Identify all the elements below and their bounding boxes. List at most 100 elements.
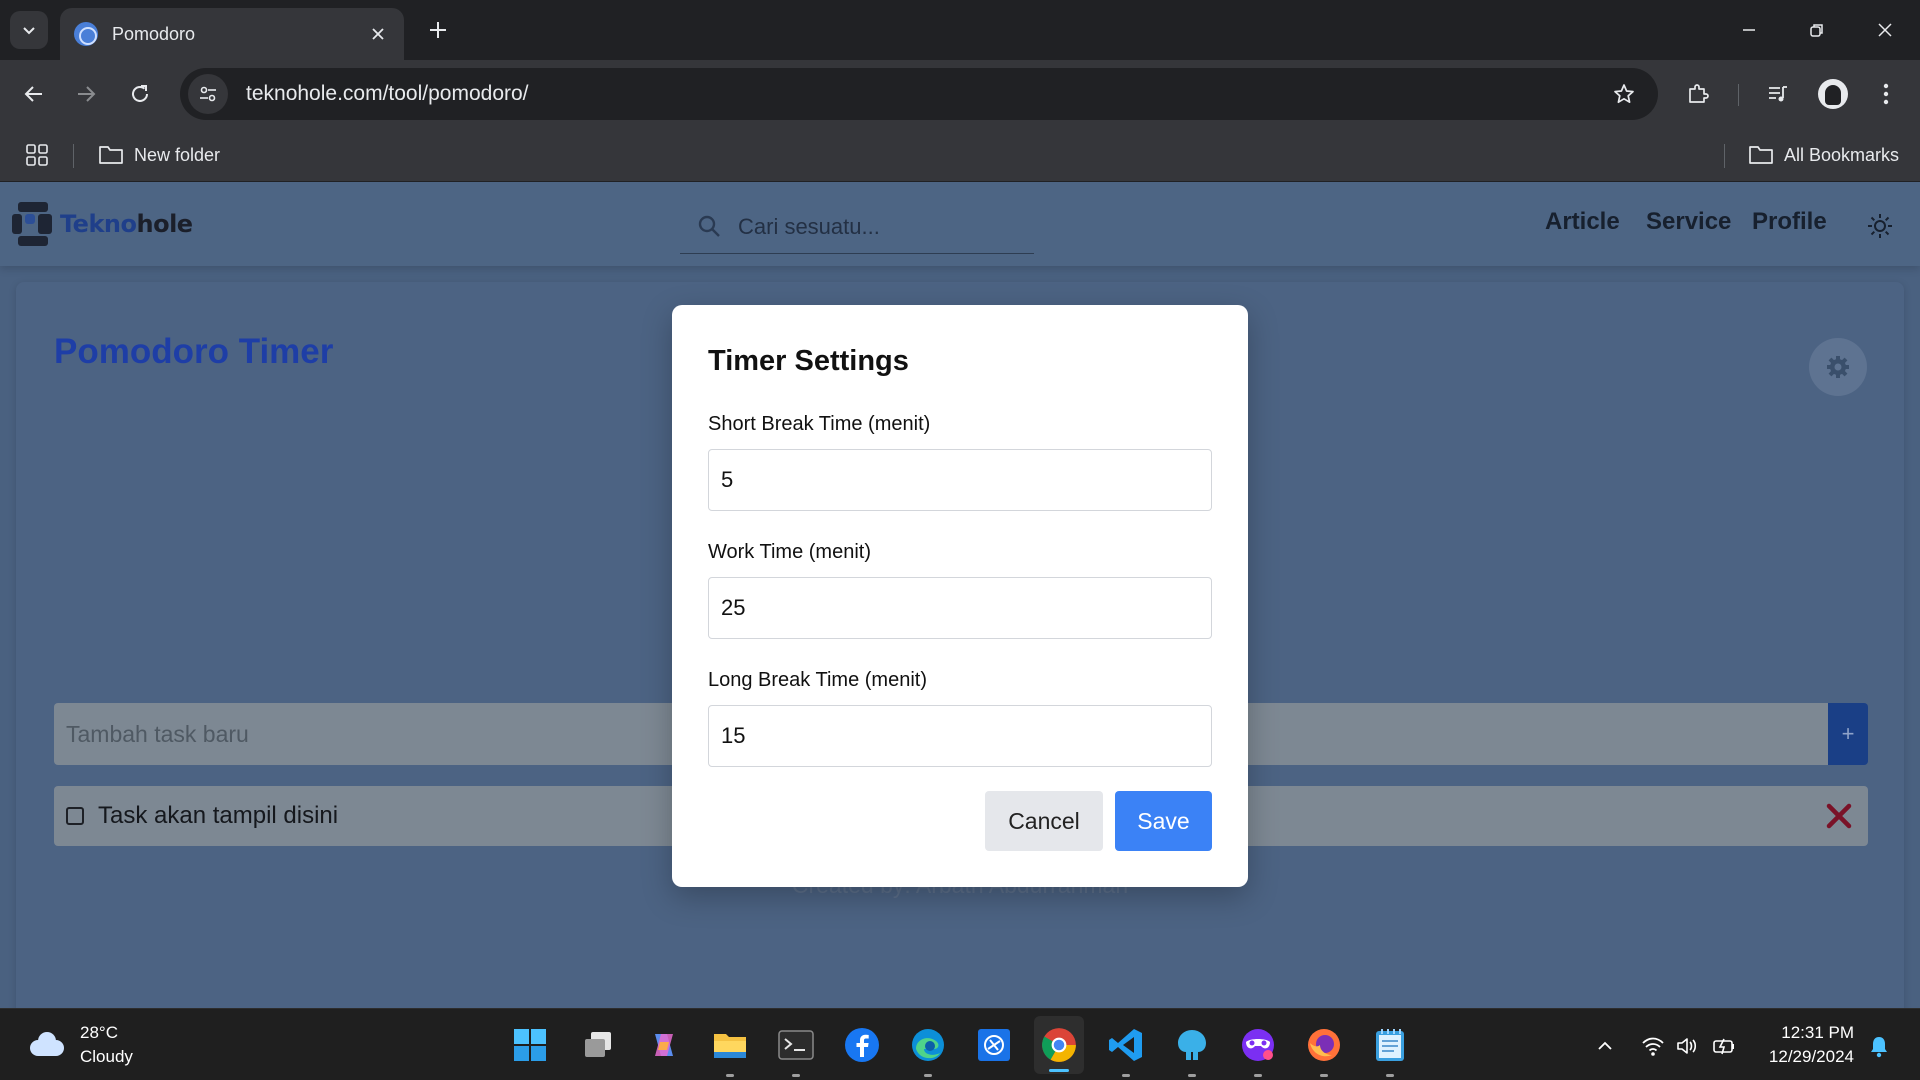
mask-app-button[interactable] [1238, 1025, 1278, 1077]
firefox-button[interactable] [1304, 1025, 1344, 1077]
more-vertical-icon [1883, 83, 1889, 105]
cancel-button[interactable]: Cancel [985, 791, 1103, 851]
star-icon [1614, 84, 1634, 104]
url-text[interactable]: teknohole.com/tool/pomodoro/ [246, 82, 1604, 106]
bookmark-label: New folder [134, 144, 221, 165]
tab-title: Pomodoro [112, 23, 196, 44]
work-time-input[interactable]: 25 [708, 577, 1212, 639]
settings-button[interactable] [1809, 338, 1867, 396]
file-explorer-icon [714, 1034, 746, 1058]
app-button[interactable] [1172, 1025, 1212, 1077]
logo-text: Teknohole [60, 210, 193, 238]
store-app-button[interactable] [974, 1025, 1014, 1065]
wifi-icon [1642, 1037, 1664, 1056]
app-icon [1178, 1030, 1206, 1060]
task-view-button[interactable] [578, 1025, 618, 1065]
short-break-input[interactable]: 5 [708, 449, 1212, 511]
save-button[interactable]: Save [1115, 791, 1212, 851]
vscode-button[interactable] [1106, 1025, 1146, 1077]
firefox-icon [1308, 1029, 1340, 1061]
forward-button[interactable] [66, 74, 106, 114]
system-clock[interactable]: 12:31 PM 12/29/2024 [1756, 1021, 1854, 1069]
extensions-button[interactable] [1678, 74, 1718, 114]
tune-icon [200, 86, 216, 102]
playlist-music-icon [1769, 86, 1787, 102]
vscode-icon [1109, 1029, 1142, 1061]
chrome-icon [1042, 1028, 1076, 1062]
bookmarks-divider [73, 144, 74, 168]
running-indicator [924, 1074, 932, 1077]
task-view-icon [585, 1032, 611, 1057]
close-icon [372, 28, 384, 40]
reload-icon [132, 85, 148, 102]
site-logo[interactable]: Teknohole [12, 202, 193, 246]
tab-close-button[interactable] [366, 22, 390, 46]
windows-taskbar: 28°C Cloudy 12:31 PM 12/29/2024 [0, 1008, 1920, 1080]
bookmark-new-folder[interactable]: New folder [98, 140, 220, 170]
reload-button[interactable] [120, 74, 160, 114]
start-button[interactable] [510, 1025, 550, 1065]
chrome-button[interactable] [1034, 1016, 1084, 1074]
terminal-button[interactable] [776, 1025, 816, 1077]
bookmark-all-bookmarks[interactable]: All Bookmarks [1748, 140, 1899, 170]
terminal-icon [778, 1030, 814, 1060]
weather-widget[interactable]: 28°C Cloudy [26, 1021, 133, 1069]
long-break-input[interactable]: 15 [708, 705, 1212, 767]
bookmark-star-button[interactable] [1604, 74, 1644, 114]
copilot-button[interactable] [644, 1025, 684, 1065]
nav-article[interactable]: Article [1545, 208, 1620, 236]
battery-charging-icon [1713, 1038, 1734, 1055]
grid-icon [26, 144, 48, 166]
delete-task-icon[interactable] [1824, 801, 1854, 831]
notepad-button[interactable] [1370, 1025, 1410, 1077]
show-hidden-icons-button[interactable] [1592, 1033, 1618, 1059]
back-button[interactable] [14, 74, 54, 114]
apps-grid-button[interactable] [24, 142, 50, 168]
bookmarks-bar: New folder All Bookmarks [0, 128, 1920, 182]
puzzle-icon [1689, 84, 1709, 103]
browser-tab[interactable]: Pomodoro [60, 8, 404, 60]
notifications-button[interactable] [1866, 1033, 1892, 1059]
site-info-button[interactable] [188, 74, 228, 114]
profile-button[interactable] [1813, 74, 1853, 114]
tab-search-button[interactable] [10, 11, 48, 49]
minimize-button[interactable] [1724, 10, 1774, 50]
nav-profile[interactable]: Profile [1752, 208, 1827, 236]
volume-icon [1677, 1038, 1697, 1054]
browser-menu-button[interactable] [1866, 74, 1906, 114]
task-checkbox[interactable] [66, 807, 84, 825]
facebook-button[interactable] [842, 1025, 882, 1065]
nav-service[interactable]: Service [1646, 208, 1731, 236]
edge-icon [912, 1029, 944, 1061]
close-icon [1878, 23, 1892, 37]
mask-app-icon [1242, 1029, 1274, 1061]
restore-button[interactable] [1792, 10, 1842, 50]
work-time-label: Work Time (menit) [708, 541, 871, 563]
active-indicator [1049, 1069, 1069, 1072]
task-input-placeholder: Tambah task baru [66, 720, 249, 747]
folder-icon [99, 146, 123, 164]
battery-status[interactable] [1712, 1033, 1738, 1059]
new-tab-button[interactable] [424, 16, 452, 44]
wifi-status[interactable] [1640, 1033, 1666, 1059]
site-search-input[interactable]: Cari sesuatu... [680, 200, 1034, 254]
weather-condition: Cloudy [80, 1047, 133, 1066]
cloud-icon [26, 1032, 66, 1058]
start-icon [514, 1029, 546, 1061]
arrow-left-icon [24, 86, 42, 102]
minimize-icon [1743, 29, 1755, 31]
folder-icon [1749, 146, 1773, 164]
add-task-button[interactable]: + [1828, 703, 1868, 765]
weather-temperature: 28°C [80, 1023, 118, 1042]
toolbar-divider [1738, 84, 1739, 106]
sun-icon[interactable] [1866, 212, 1894, 240]
copilot-icon [655, 1034, 673, 1056]
address-bar[interactable]: teknohole.com/tool/pomodoro/ [180, 68, 1658, 120]
media-control-button[interactable] [1758, 74, 1798, 114]
file-explorer-button[interactable] [710, 1025, 750, 1077]
volume-control[interactable] [1674, 1033, 1700, 1059]
chevron-down-icon [23, 27, 35, 35]
close-window-button[interactable] [1860, 10, 1910, 50]
edge-button[interactable] [908, 1025, 948, 1077]
browser-toolbar: teknohole.com/tool/pomodoro/ [0, 60, 1920, 128]
